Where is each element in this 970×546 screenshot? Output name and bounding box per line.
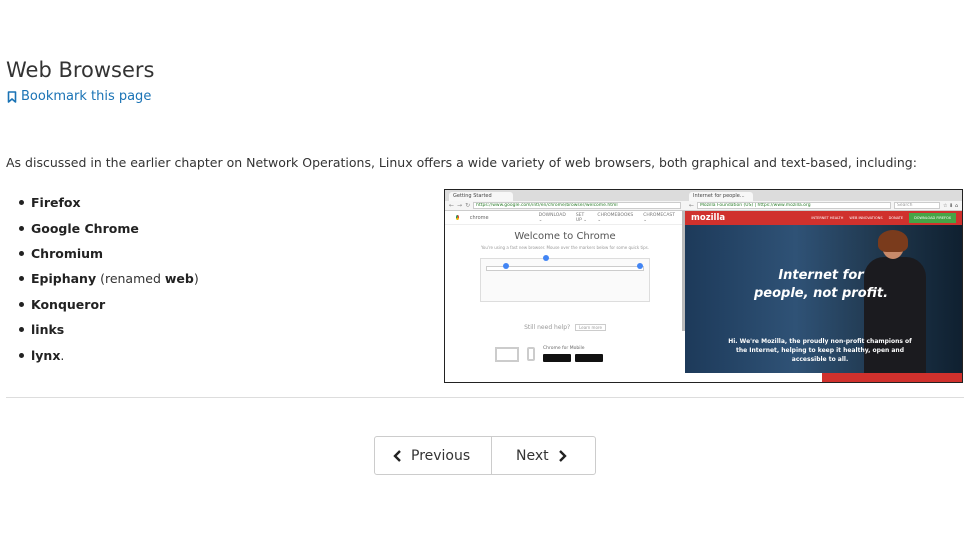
chrome-nav-item: CHROMECAST ⌄	[643, 212, 675, 223]
chrome-logo-icon	[455, 214, 460, 221]
chrome-heading: Welcome to Chrome	[514, 231, 616, 242]
marker-icon	[543, 255, 549, 261]
mozilla-menu: INTERNET HEALTH WEB INNOVATIONS DONATE D…	[811, 213, 956, 223]
next-label: Next	[516, 447, 549, 464]
bullet-icon	[19, 352, 24, 358]
marker-icon	[503, 263, 509, 269]
firefox-window: Internet for people... ← Mozilla Foundat…	[685, 190, 962, 382]
browser-name: links	[31, 322, 65, 338]
bullet-icon	[19, 301, 24, 307]
list-item: links	[14, 317, 199, 342]
page-title: Web Browsers	[6, 58, 155, 82]
firefox-urlbar: ← Mozilla Foundation (US) | https://www.…	[685, 201, 962, 211]
browser-name: Epiphany	[31, 271, 97, 287]
mozilla-header: mozilla INTERNET HEALTH WEB INNOVATIONS …	[685, 211, 962, 225]
browser-note: (renamed	[96, 271, 165, 287]
list-item: Google Chrome	[14, 215, 199, 240]
firefox-search: Search	[893, 202, 940, 209]
chrome-mobile-info: Chrome for Mobile	[543, 346, 603, 362]
next-button[interactable]: Next	[492, 437, 595, 474]
chrome-subtext: You're using a fast new browser. Mouse o…	[480, 245, 650, 250]
toolbar-icons: ☆ ⬇ ⌂	[942, 202, 958, 209]
browser-name: Chromium	[31, 245, 104, 261]
chrome-nav-item: CHROMEBOOKS ⌄	[597, 212, 634, 223]
hero-title: Internet for people, not profit.	[753, 268, 889, 301]
bookmark-label: Bookmark this page	[21, 89, 152, 104]
mozilla-menu-item: INTERNET HEALTH	[811, 216, 844, 220]
bullet-icon	[19, 225, 24, 231]
mozilla-menu-item: DONATE	[888, 216, 904, 220]
bullet-icon	[19, 200, 24, 206]
browser-name: Konqueror	[31, 296, 106, 312]
browser-note-bold: web	[164, 271, 194, 287]
tablet-icon	[495, 346, 519, 362]
list-item: Firefox	[14, 190, 199, 215]
firefox-tabbar: Internet for people...	[685, 190, 962, 201]
firefox-url: Mozilla Foundation (US) | https://www.mo…	[697, 202, 891, 209]
chrome-tab: Getting Started	[449, 192, 513, 201]
browser-note: .	[60, 347, 65, 363]
previous-button[interactable]: Previous	[375, 437, 492, 474]
mock-omnibox	[486, 266, 644, 271]
google-play-icon	[543, 354, 571, 362]
app-store-icon	[575, 354, 603, 362]
browser-name: lynx	[31, 347, 61, 363]
list-item: Chromium	[14, 241, 199, 266]
forward-icon: →	[457, 202, 463, 209]
chrome-page-nav: chrome DOWNLOAD ⌄ SET UP ⌄ CHROMEBOOKS ⌄…	[445, 211, 685, 225]
chrome-nav-item: DOWNLOAD ⌄	[538, 212, 566, 223]
download-firefox-button: DOWNLOAD FIREFOX	[909, 213, 956, 223]
mozilla-menu-item: WEB INNOVATIONS	[849, 216, 883, 220]
chrome-help-button: Learn more	[575, 324, 606, 331]
pagination: Previous Next	[374, 436, 596, 475]
chrome-nav-item: SET UP ⌄	[575, 212, 588, 223]
list-item: Epiphany (renamed web)	[14, 266, 199, 291]
phone-icon	[527, 347, 535, 361]
chrome-mock-window	[480, 255, 650, 302]
chrome-tabbar: Getting Started	[445, 190, 685, 201]
bullet-icon	[19, 276, 24, 282]
firefox-tab: Internet for people...	[689, 192, 753, 201]
previous-label: Previous	[411, 447, 471, 464]
mozilla-footer-strip	[685, 373, 962, 382]
chrome-window: Getting Started ← → ↻ https://www.google…	[445, 190, 685, 382]
back-icon: ←	[689, 202, 695, 209]
divider	[6, 397, 964, 398]
reload-icon: ↻	[465, 202, 471, 209]
hero-subtitle: Hi. We're Mozilla, the proudly non-profi…	[728, 338, 912, 363]
back-icon: ←	[449, 202, 455, 209]
list-item: lynx.	[14, 342, 199, 367]
chrome-urlbar: ← → ↻ https://www.google.com/intl/en/chr…	[445, 201, 685, 211]
chrome-mobile: Chrome for Mobile	[495, 346, 603, 362]
mozilla-hero: Internet for people, not profit. Hi. We'…	[685, 225, 962, 373]
store-badges	[543, 354, 603, 362]
list-item: Konqueror	[14, 292, 199, 317]
browser-note-end: )	[193, 271, 199, 287]
bullet-icon	[19, 327, 24, 333]
browser-list: Firefox Google Chrome Chromium Epiphany …	[14, 190, 199, 368]
chrome-help-row: Still need help? Learn more	[445, 324, 685, 331]
chevron-right-icon	[558, 449, 568, 463]
chrome-brand: chrome	[469, 214, 489, 221]
chevron-left-icon	[392, 449, 402, 463]
browser-name: Firefox	[31, 195, 81, 211]
browser-name: Google Chrome	[31, 220, 139, 236]
mozilla-logo: mozilla	[691, 213, 726, 223]
chrome-mobile-title: Chrome for Mobile	[543, 346, 585, 351]
bullet-icon	[19, 250, 24, 256]
chrome-url: https://www.google.com/intl/en/chrome/br…	[473, 202, 681, 209]
intro-paragraph: As discussed in the earlier chapter on N…	[6, 155, 917, 170]
bookmark-link[interactable]: Bookmark this page	[7, 89, 151, 104]
browsers-screenshot: Getting Started ← → ↻ https://www.google…	[444, 189, 963, 383]
chrome-help-text: Still need help?	[524, 324, 571, 331]
bookmark-icon	[7, 90, 17, 103]
marker-icon	[637, 263, 643, 269]
